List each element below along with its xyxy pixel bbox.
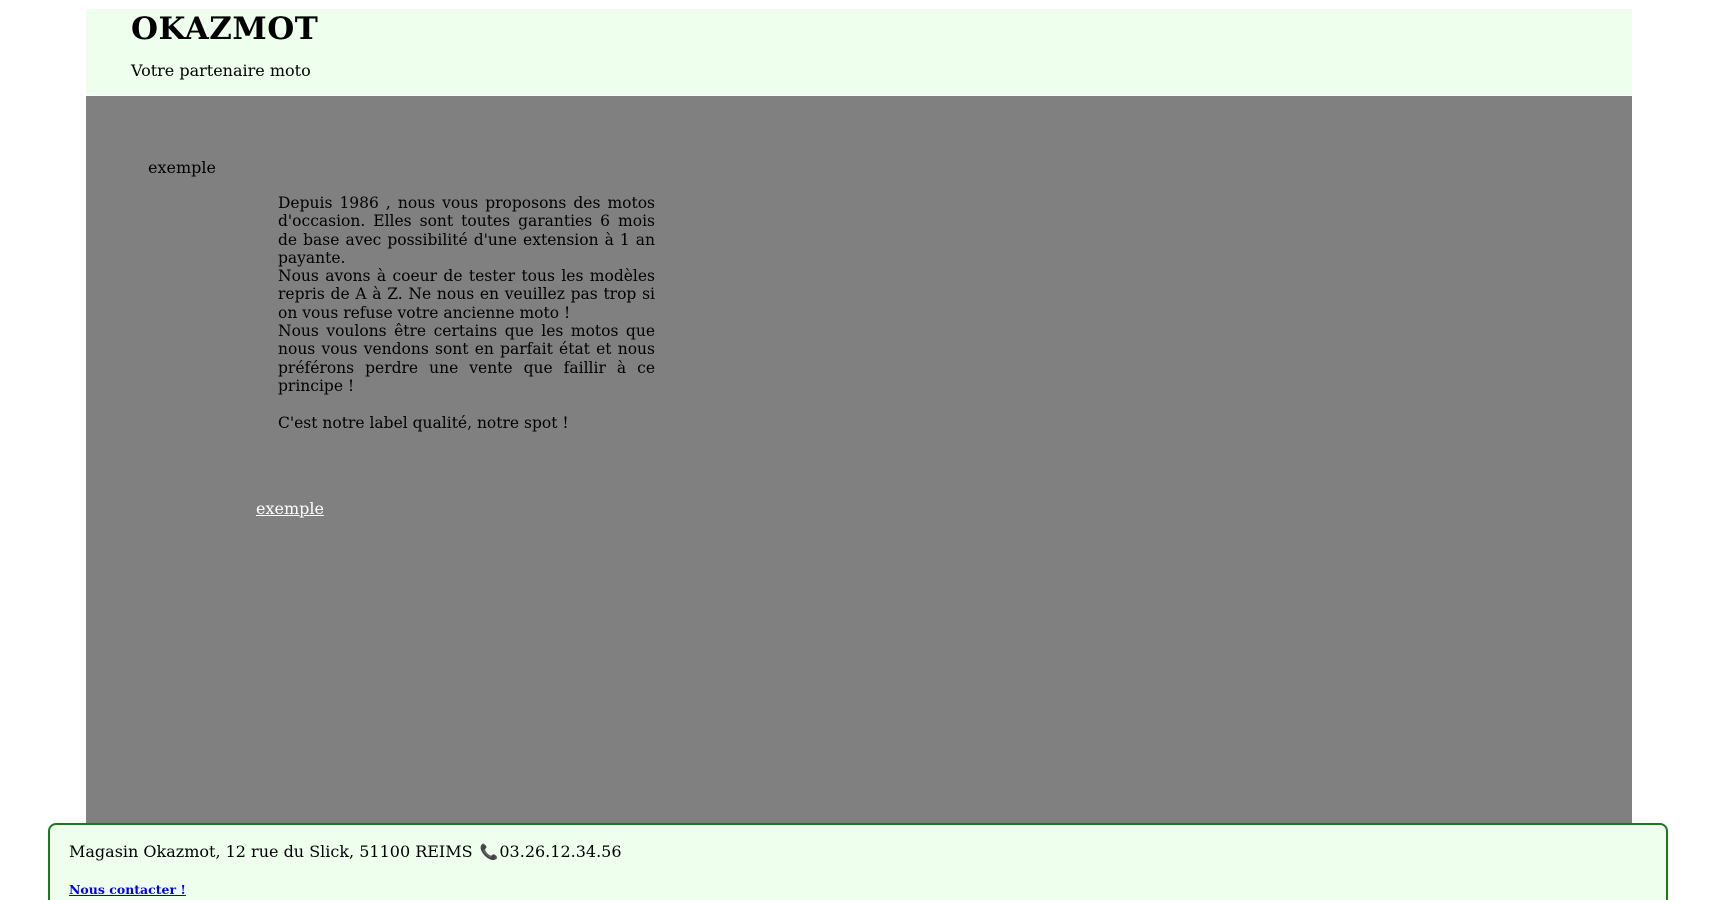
store-address-line: Magasin Okazmot, 12 rue du Slick, 51100 … <box>69 842 622 861</box>
example-link[interactable]: exemple <box>256 499 324 518</box>
site-tagline: Votre partenaire moto <box>131 61 311 80</box>
contact-link[interactable]: Nous contacter ! <box>69 882 186 897</box>
intro-paragraph-1: Depuis 1986 , nous vous proposons des mo… <box>278 194 655 267</box>
site-footer: Magasin Okazmot, 12 rue du Slick, 51100 … <box>48 823 1668 900</box>
phone-number: 03.26.12.34.56 <box>499 842 622 861</box>
broken-image-alt-text: exemple <box>148 158 216 177</box>
page: OKAZMOT Votre partenaire moto exemple De… <box>0 0 1716 900</box>
intro-paragraph-3: Nous voulons être certains que les motos… <box>278 322 655 395</box>
store-address: Magasin Okazmot, 12 rue du Slick, 51100 … <box>69 842 473 861</box>
site-title: OKAZMOT <box>131 11 319 47</box>
phone-icon: 📞 <box>479 843 499 861</box>
intro-paragraph-4: C'est notre label qualité, notre spot ! <box>278 413 569 432</box>
intro-paragraph-2: Nous avons à coeur de tester tous les mo… <box>278 267 655 322</box>
main-content: exemple Depuis 1986 , nous vous proposon… <box>86 96 1632 826</box>
intro-text: Depuis 1986 , nous vous proposons des mo… <box>278 194 655 432</box>
site-header: OKAZMOT Votre partenaire moto <box>86 9 1632 95</box>
